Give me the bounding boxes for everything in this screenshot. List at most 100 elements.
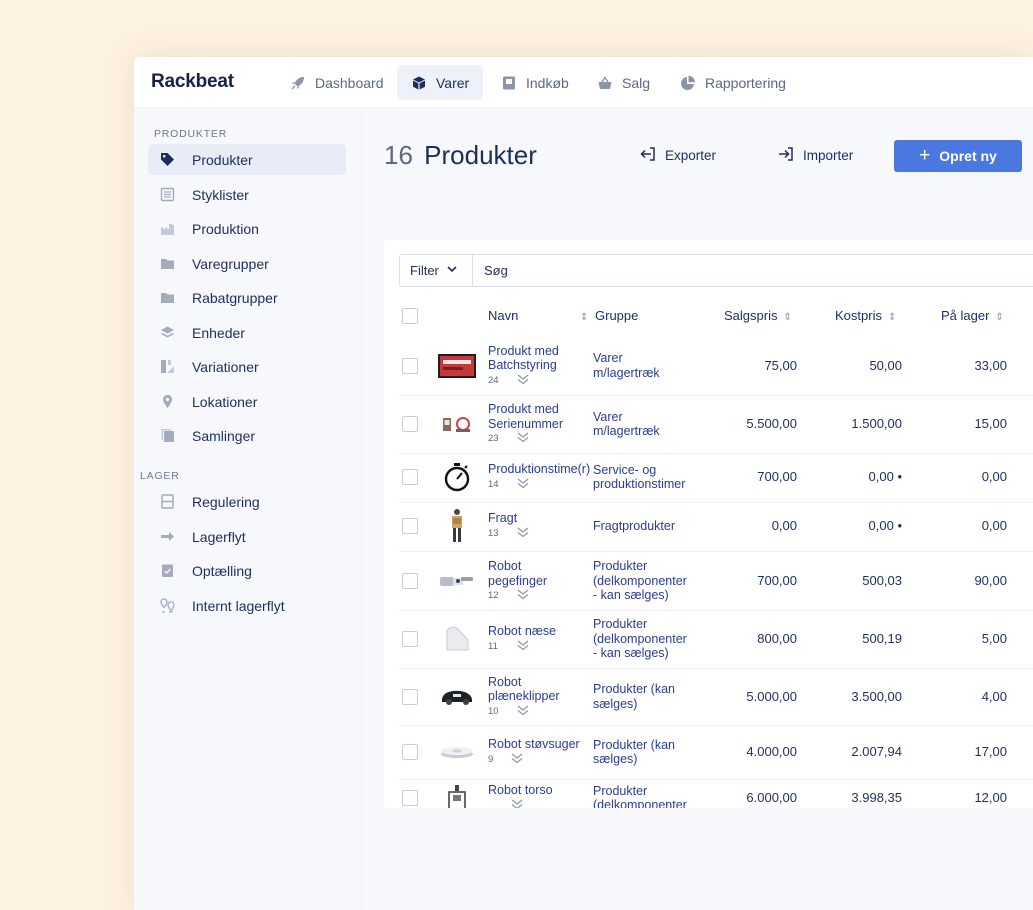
product-name[interactable]: Produkt med <box>488 402 559 417</box>
sidebar-item-label: Lagerflyt <box>192 528 246 545</box>
product-count: 16 <box>384 140 413 170</box>
nav-tab-salg[interactable]: Salg <box>583 65 664 100</box>
sidebar-item-label: Rabatgrupper <box>192 289 278 306</box>
expand-chevron-icon[interactable] <box>517 640 529 654</box>
rackbeat-logo[interactable]: Rackbeat <box>151 71 234 93</box>
nav-tab-rapportering[interactable]: Rapportering <box>666 65 800 100</box>
create-new-button[interactable]: + Opret ny <box>894 140 1022 172</box>
stock-quantity: 5,00 <box>981 631 1007 646</box>
expand-chevron-icon[interactable] <box>511 799 523 808</box>
column-header-group[interactable]: Gruppe <box>595 308 638 323</box>
product-thumbnail[interactable] <box>436 461 478 493</box>
nav-tab-indkob[interactable]: Indkøb <box>487 65 583 100</box>
row-divider <box>399 668 1033 669</box>
product-name[interactable]: pegefinger <box>488 574 547 589</box>
product-thumbnail[interactable] <box>436 782 478 808</box>
row-checkbox[interactable] <box>402 469 418 485</box>
expand-chevron-icon[interactable] <box>511 753 523 767</box>
filter-dropdown[interactable]: Filter <box>400 255 473 286</box>
search-input[interactable] <box>473 255 1033 286</box>
sidebar-item-produkter[interactable]: Produkter <box>148 144 346 175</box>
product-group: Produkter <box>593 617 648 632</box>
product-name[interactable]: Serienummer <box>488 417 563 432</box>
product-name[interactable]: Fragt <box>488 511 517 526</box>
row-checkbox[interactable] <box>402 744 418 760</box>
sidebar-section-lager: LAGER <box>140 470 180 482</box>
sidebar-item-internt-lagerflyt[interactable]: Internt lagerflyt <box>148 590 346 621</box>
sidebar: PRODUKTER Produkter Styklister Produktio… <box>134 108 362 910</box>
product-name[interactable]: Robot <box>488 559 521 574</box>
expand-chevron-icon[interactable] <box>517 527 529 541</box>
sidebar-item-enheder[interactable]: Enheder <box>148 317 346 348</box>
row-checkbox[interactable] <box>402 416 418 432</box>
sort-icon: ⇕ <box>783 312 792 323</box>
product-group: Fragtprodukter <box>593 518 675 533</box>
column-header-stock[interactable]: På lager ⇕ <box>941 308 1004 323</box>
product-group: Produkter (kan <box>593 737 675 752</box>
sidebar-item-lokationer[interactable]: Lokationer <box>148 386 346 417</box>
import-button[interactable]: Importer <box>764 139 868 172</box>
row-divider <box>399 551 1033 552</box>
column-header-cost-price[interactable]: Kostpris ⇕ <box>835 308 896 323</box>
product-number: 11 <box>488 640 498 652</box>
product-thumbnail[interactable] <box>436 408 478 440</box>
product-name[interactable]: plæneklipper <box>488 689 560 704</box>
sidebar-item-optaelling[interactable]: Optælling <box>148 555 346 586</box>
sidebar-item-rabatgrupper[interactable]: Rabatgrupper <box>148 282 346 313</box>
product-thumbnail[interactable] <box>436 623 478 655</box>
sidebar-item-samlinger[interactable]: Samlinger <box>148 420 346 451</box>
product-thumbnail[interactable] <box>436 681 478 713</box>
cost-price: 0,00 • <box>868 518 902 533</box>
expand-chevron-icon[interactable] <box>517 432 529 446</box>
select-all-checkbox[interactable] <box>402 308 418 324</box>
product-name[interactable]: Produkt med <box>488 344 559 359</box>
chevron-down-icon <box>447 265 457 276</box>
import-icon <box>778 146 794 165</box>
product-name[interactable]: Robot <box>488 675 521 690</box>
collection-icon <box>161 429 174 442</box>
nav-tab-varer[interactable]: Varer <box>397 65 484 100</box>
product-thumbnail[interactable] <box>436 350 478 382</box>
sidebar-item-lagerflyt[interactable]: Lagerflyt <box>148 521 346 552</box>
expand-chevron-icon[interactable] <box>517 478 529 492</box>
nav-tab-label: Salg <box>622 74 651 91</box>
product-number: 12 <box>488 590 499 601</box>
product-group: m/lagertræk <box>593 365 660 380</box>
list-icon <box>160 187 175 202</box>
sidebar-item-styklister[interactable]: Styklister <box>148 179 346 210</box>
row-checkbox[interactable] <box>402 790 418 806</box>
product-thumbnail[interactable] <box>436 509 478 542</box>
product-name[interactable]: Robot støvsuger <box>488 737 580 752</box>
row-checkbox[interactable] <box>402 688 418 705</box>
export-button[interactable]: Exporter <box>626 139 731 172</box>
product-thumbnail[interactable] <box>436 736 478 768</box>
row-divider <box>399 779 1033 780</box>
main-content: 16 Produkter Exporter Importer + Opret n… <box>384 108 1033 910</box>
sidebar-item-regulering[interactable]: Regulering <box>148 486 346 517</box>
product-name[interactable]: Robot næse <box>488 624 556 639</box>
row-checkbox[interactable] <box>402 357 418 374</box>
column-header-label: Navn <box>488 308 519 323</box>
product-name[interactable]: Produktionstime(r) <box>488 462 590 477</box>
expand-chevron-icon[interactable] <box>517 374 529 388</box>
expand-chevron-icon[interactable] <box>517 589 529 603</box>
sidebar-item-variationer[interactable]: Variationer <box>148 351 346 382</box>
sidebar-item-produktion[interactable]: Produktion <box>148 213 346 244</box>
product-thumbnail[interactable] <box>436 565 478 597</box>
sale-price: 4.000,00 <box>746 744 797 759</box>
column-header-name[interactable]: Navn ⇕ <box>488 308 588 323</box>
row-checkbox[interactable] <box>402 631 418 647</box>
column-header-sale-price[interactable]: Salgspris ⇕ <box>724 308 792 323</box>
nav-tab-dashboard[interactable]: Dashboard <box>276 65 398 100</box>
product-number: 23 <box>488 433 499 444</box>
row-checkbox[interactable] <box>402 573 418 589</box>
product-name[interactable]: Batchstyring <box>488 358 557 373</box>
product-name[interactable]: Robot torso <box>488 783 553 798</box>
row-checkbox[interactable] <box>402 518 418 534</box>
sidebar-item-label: Lokationer <box>192 393 258 410</box>
sale-price: 5.500,00 <box>746 416 797 431</box>
import-label: Importer <box>803 148 854 163</box>
expand-chevron-icon[interactable] <box>517 705 529 719</box>
row-divider <box>399 395 1033 396</box>
sidebar-item-varegrupper[interactable]: Varegrupper <box>148 248 346 279</box>
